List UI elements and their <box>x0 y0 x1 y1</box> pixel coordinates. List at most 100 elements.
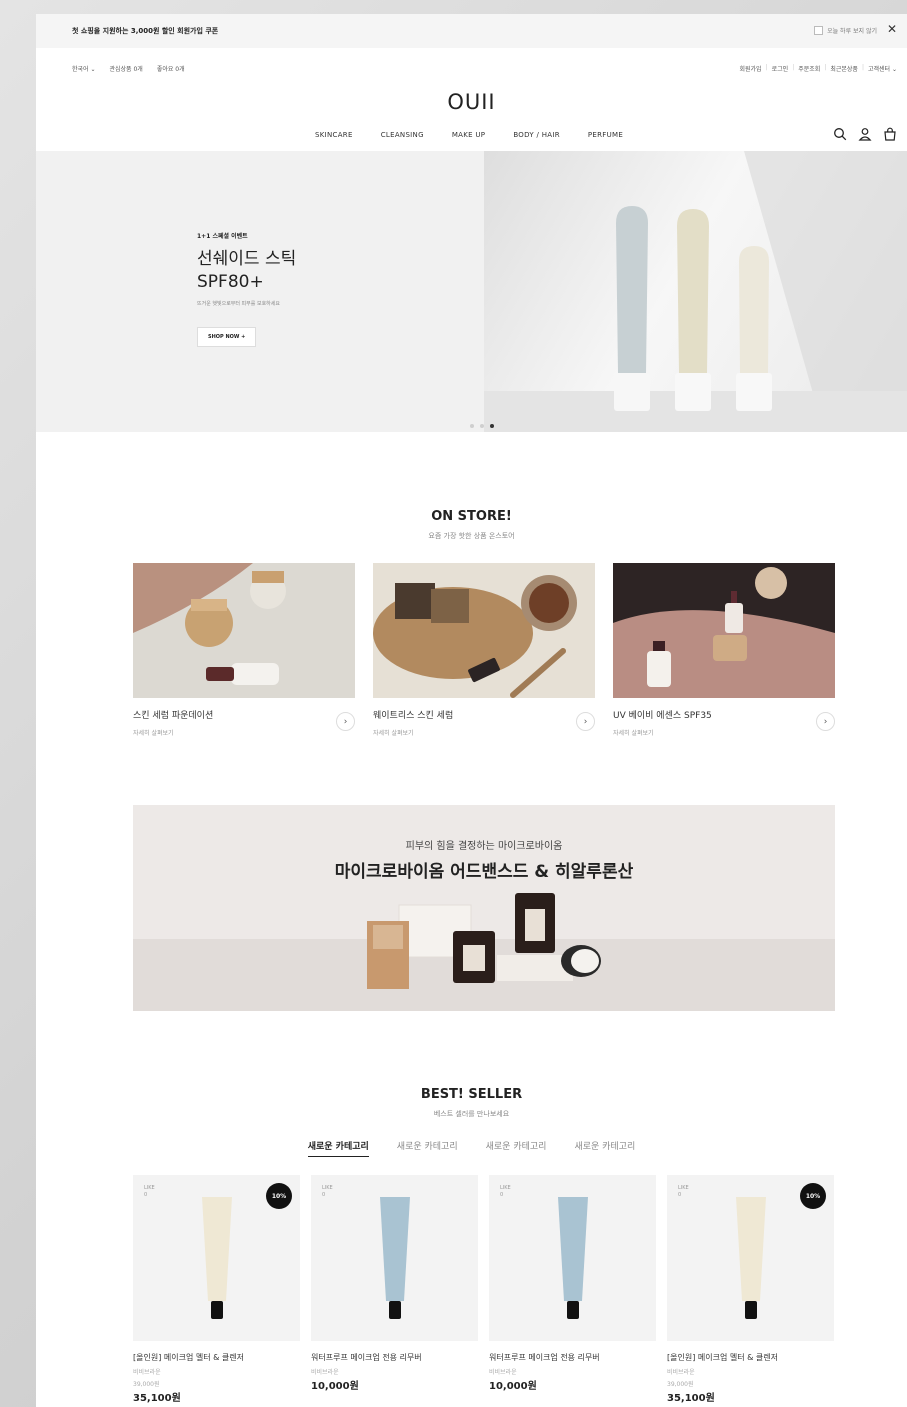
chevron-right-icon[interactable]: › <box>816 712 835 731</box>
product-card[interactable]: LIKE 0 10% [올인원] 메이크업 멜터 & 클렌저 비비브라운 39,0… <box>133 1175 300 1404</box>
nav-skincare[interactable]: SKINCARE <box>315 131 353 139</box>
wishlist-link[interactable]: 관심상품 0개 <box>110 64 143 73</box>
search-icon[interactable] <box>833 127 847 141</box>
hero-title: 선쉐이드 스틱 SPF80+ <box>197 248 296 294</box>
tube-image <box>380 1197 410 1319</box>
divider: | <box>765 64 768 71</box>
like-button[interactable]: LIKE 0 <box>144 1185 155 1199</box>
main-nav: SKINCARE CLEANSING MAKE UP BODY / HAIR P… <box>36 127 907 145</box>
card-name[interactable]: UV 베이비 에센스 SPF35 <box>613 708 835 721</box>
like-button[interactable]: LIKE 0 <box>322 1185 333 1199</box>
slider-dot-active[interactable] <box>490 424 494 428</box>
language-select[interactable]: 한국어 ⌄ <box>72 64 96 73</box>
close-icon[interactable]: ✕ <box>887 22 897 36</box>
hero-image <box>484 151 907 432</box>
nav-makeup[interactable]: MAKE UP <box>452 131 486 139</box>
site-logo[interactable]: OUII <box>36 90 907 114</box>
category-tab-active[interactable]: 새로운 카테고리 <box>307 1139 369 1157</box>
hide-today-label[interactable]: 오늘 하루 보지 않기 <box>827 26 877 35</box>
card-more-link[interactable]: 자세히 살펴보기 <box>133 728 355 737</box>
product-image[interactable]: LIKE 0 10% <box>133 1175 300 1341</box>
product-name[interactable]: 워터프루프 메이크업 전용 리무버 <box>311 1352 478 1363</box>
promo-bar: 첫 쇼핑을 지원하는 3,000원 할인 회원가입 쿠폰 오늘 하루 보지 않기… <box>36 14 907 48</box>
product-brand: 비비브라운 <box>133 1369 161 1376</box>
divider: | <box>861 64 864 71</box>
card-name[interactable]: 웨이트리스 스킨 세럼 <box>373 708 595 721</box>
product-name[interactable]: 워터프루프 메이크업 전용 리무버 <box>489 1352 656 1363</box>
on-store-card[interactable]: 웨이트리스 스킨 세럼 자세히 살펴보기 › <box>373 563 595 737</box>
like-label: LIKE <box>322 1185 333 1191</box>
like-label: LIKE <box>500 1185 511 1191</box>
slider-dot[interactable] <box>480 424 484 428</box>
sale-price: 35,100원 <box>133 1393 181 1404</box>
sale-price: 10,000원 <box>311 1381 359 1392</box>
product-image[interactable]: LIKE 0 <box>311 1175 478 1341</box>
on-store-card[interactable]: UV 베이비 에센스 SPF35 자세히 살펴보기 › <box>613 563 835 737</box>
like-button[interactable]: LIKE 0 <box>500 1185 511 1199</box>
product-brand: 비비브라운 <box>667 1369 695 1376</box>
banner-subtitle: 피부의 힘을 결정하는 마이크로바이옴 <box>405 841 563 852</box>
nav-perfume[interactable]: PERFUME <box>588 131 623 139</box>
like-count: 0 <box>322 1192 326 1198</box>
nav-cleansing[interactable]: CLEANSING <box>381 131 424 139</box>
user-icon[interactable] <box>858 127 872 141</box>
like-label: LIKE <box>144 1185 155 1191</box>
discount-badge: 10% <box>800 1183 826 1209</box>
hero-subtitle: 뜨거운 햇빛으로부터 피부를 보호하세요 <box>197 301 280 307</box>
hero-title-line1: 선쉐이드 스틱 <box>197 249 297 269</box>
hero-tag: 1+1 스페셜 이벤트 <box>197 233 248 240</box>
category-tab[interactable]: 새로운 카테고리 <box>397 1139 458 1157</box>
customer-center-link[interactable]: 고객센터 ⌄ <box>868 64 897 73</box>
chevron-right-icon[interactable]: › <box>576 712 595 731</box>
hero-copy: 1+1 스페셜 이벤트 선쉐이드 스틱 SPF80+ 뜨거운 햇빛으로부터 피부… <box>197 231 296 347</box>
on-store-subtitle: 요즘 가장 핫한 상품 온스토어 <box>428 532 515 540</box>
hide-today-checkbox[interactable] <box>814 26 824 35</box>
hero-slider[interactable]: 1+1 스페셜 이벤트 선쉐이드 스틱 SPF80+ 뜨거운 햇빛으로부터 피부… <box>36 151 907 432</box>
card-more-link[interactable]: 자세히 살펴보기 <box>373 728 595 737</box>
product-card[interactable]: LIKE 0 10% [올인원] 메이크업 멜터 & 클렌저 비비브라운 39,0… <box>667 1175 834 1404</box>
promo-text[interactable]: 첫 쇼핑을 지원하는 3,000원 할인 회원가입 쿠폰 <box>72 26 218 36</box>
nav-body-hair[interactable]: BODY / HAIR <box>513 131 560 139</box>
order-lookup-link[interactable]: 주문조회 <box>798 64 820 73</box>
original-price: 39,000원 <box>133 1381 160 1388</box>
hero-title-line2: SPF80+ <box>197 272 264 292</box>
card-image[interactable] <box>613 563 835 698</box>
slider-dot[interactable] <box>470 424 474 428</box>
signup-link[interactable]: 회원가입 <box>740 64 762 73</box>
card-name[interactable]: 스킨 세럼 파운데이션 <box>133 708 355 721</box>
login-link[interactable]: 로그인 <box>772 64 789 73</box>
product-card[interactable]: LIKE 0 워터프루프 메이크업 전용 리무버 비비브라운 10,000원 <box>311 1175 478 1392</box>
page: 첫 쇼핑을 지원하는 3,000원 할인 회원가입 쿠폰 오늘 하루 보지 않기… <box>36 14 907 1407</box>
on-store-card[interactable]: 스킨 세럼 파운데이션 자세히 살펴보기 › <box>133 563 355 737</box>
on-store-cards: 스킨 세럼 파운데이션 자세히 살펴보기 › 웨이트리스 스킨 세럼 자세히 살… <box>133 563 835 748</box>
likes-link[interactable]: 좋아요 0개 <box>157 64 185 73</box>
like-count: 0 <box>144 1192 148 1198</box>
sale-price: 35,100원 <box>667 1393 715 1404</box>
like-button[interactable]: LIKE 0 <box>678 1185 689 1199</box>
card-more-link[interactable]: 자세히 살펴보기 <box>613 728 835 737</box>
original-price: 39,000원 <box>667 1381 694 1388</box>
tube-image <box>202 1197 232 1319</box>
chevron-right-icon[interactable]: › <box>336 712 355 731</box>
product-image[interactable]: LIKE 0 <box>489 1175 656 1341</box>
cart-icon[interactable] <box>883 127 897 141</box>
card-image[interactable] <box>133 563 355 698</box>
product-name[interactable]: [올인원] 메이크업 멜터 & 클렌저 <box>667 1352 834 1363</box>
product-image[interactable]: LIKE 0 10% <box>667 1175 834 1341</box>
utility-bar: 한국어 ⌄ 관심상품 0개 좋아요 0개 회원가입 | 로그인 | 주문조회 |… <box>36 62 907 76</box>
product-card[interactable]: LIKE 0 워터프루프 메이크업 전용 리무버 비비브라운 10,000원 <box>489 1175 656 1392</box>
banner-image <box>367 893 601 989</box>
hide-today-option[interactable]: 오늘 하루 보지 않기 <box>814 26 877 35</box>
product-name[interactable]: [올인원] 메이크업 멜터 & 클렌저 <box>133 1352 300 1363</box>
shop-now-button[interactable]: SHOP NOW + <box>197 327 257 347</box>
product-brand: 비비브라운 <box>311 1369 339 1376</box>
divider: | <box>824 64 827 71</box>
best-seller-title: BEST! SELLER <box>420 1087 523 1102</box>
product-brand: 비비브라운 <box>489 1369 517 1376</box>
category-tab[interactable]: 새로운 카테고리 <box>486 1139 547 1157</box>
card-image[interactable] <box>373 563 595 698</box>
recent-viewed-link[interactable]: 최근본상품 <box>830 64 858 73</box>
best-seller-subtitle: 베스트 셀러를 만나보세요 <box>433 1110 510 1118</box>
promo-banner[interactable]: 피부의 힘을 결정하는 마이크로바이옴 마이크로바이옴 어드밴스드 & 히알루론… <box>133 805 835 1011</box>
category-tab[interactable]: 새로운 카테고리 <box>574 1139 635 1157</box>
